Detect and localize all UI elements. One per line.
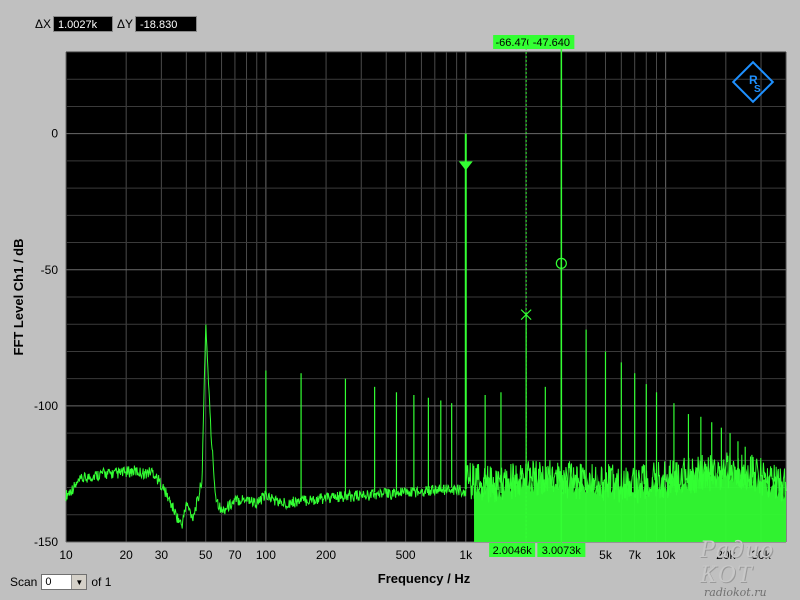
delta-x-value: 1.0027k bbox=[53, 16, 113, 32]
y-tick-label: -150 bbox=[34, 535, 58, 549]
x-tick-label: 20 bbox=[119, 548, 133, 562]
y-axis-label: FFT Level Ch1 / dB bbox=[11, 238, 26, 355]
x-axis-label: Frequency / Hz bbox=[378, 571, 471, 586]
x-tick-label: 70 bbox=[228, 548, 242, 562]
watermark: Радио КОТ radiokot.ru bbox=[700, 538, 798, 599]
watermark-url: radiokot.ru bbox=[704, 586, 767, 599]
scan-select[interactable]: 0 ▼ bbox=[41, 574, 88, 590]
x-tick-label: 1k bbox=[459, 548, 473, 562]
y-tick-label: -100 bbox=[34, 399, 58, 413]
y-tick-label: 0 bbox=[51, 127, 58, 141]
delta-y-label: ΔY bbox=[117, 17, 134, 31]
chevron-down-icon[interactable]: ▼ bbox=[71, 575, 87, 589]
x-tick-label: 500 bbox=[396, 548, 416, 562]
scan-of-label: of 1 bbox=[91, 575, 112, 589]
x-tick-label: 100 bbox=[256, 548, 276, 562]
delta-y-value: -18.830 bbox=[135, 16, 197, 32]
y-axis-ticks: 0 -50 -100 -150 bbox=[34, 127, 58, 549]
svg-text:S: S bbox=[754, 84, 761, 95]
y-tick-label: -50 bbox=[41, 263, 59, 277]
x-tick-label: 10 bbox=[59, 548, 73, 562]
marker-value-text: 3.0073k bbox=[542, 545, 582, 557]
marker-value-text: -47.640 bbox=[533, 37, 570, 49]
fft-chart: 10 20 30 50 70 100 200 500 1k 5k 7k 10k 20k 30k 0-50-… bbox=[11, 35, 787, 586]
marker-value-text: 2.0046k bbox=[493, 545, 533, 557]
x-tick-label: 7k bbox=[628, 548, 642, 562]
scan-control: Scan 0 ▼ of 1 bbox=[10, 574, 111, 590]
scan-label: Scan bbox=[10, 575, 38, 589]
x-tick-label: 50 bbox=[199, 548, 213, 562]
x-tick-label: 5k bbox=[599, 548, 613, 562]
scan-value: 0 bbox=[45, 576, 52, 588]
marker-value-text: -66.470 bbox=[495, 37, 532, 49]
x-tick-label: 30 bbox=[155, 548, 169, 562]
delta-x-label: ΔX bbox=[35, 17, 52, 31]
x-tick-label: 200 bbox=[316, 548, 336, 562]
watermark-logo: Радио КОТ bbox=[700, 538, 775, 588]
x-tick-label: 10k bbox=[656, 548, 676, 562]
x-axis-ticks: 10 20 30 50 70 100 200 500 1k 5k 7k 10k 20k 30k bbox=[59, 548, 771, 562]
